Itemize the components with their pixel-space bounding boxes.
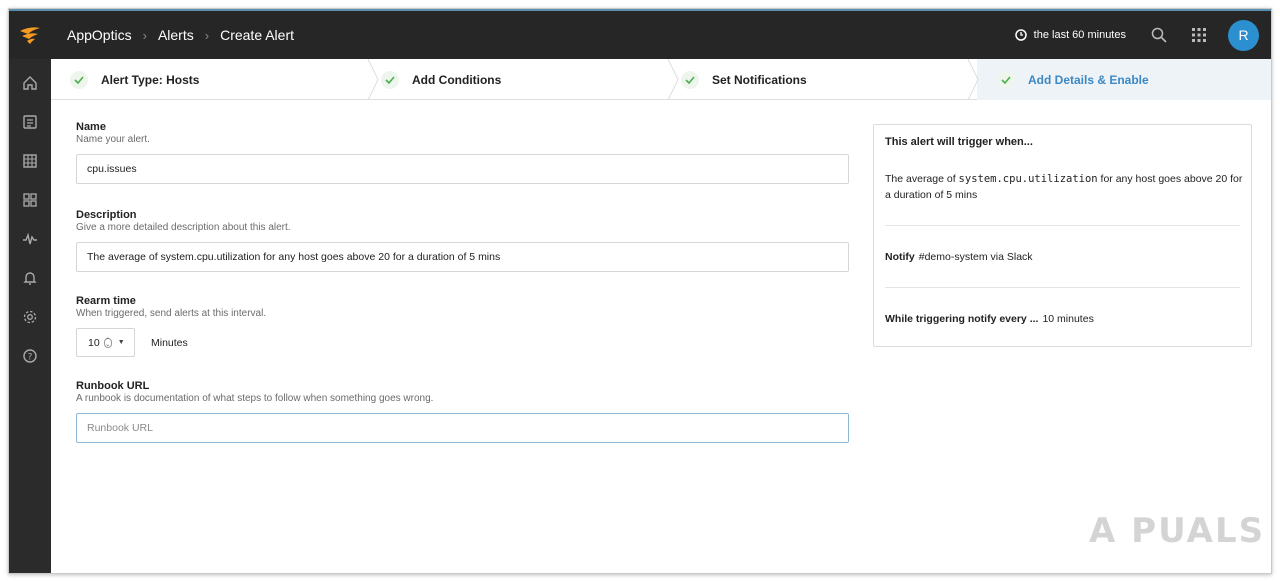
svg-text:?: ?	[28, 352, 33, 362]
search-icon[interactable]	[1148, 24, 1170, 46]
gear-icon	[23, 310, 37, 323]
breadcrumb-create-alert: Create Alert	[220, 27, 295, 43]
step-divider	[367, 59, 379, 100]
notify-value: #demo-system via Slack	[918, 250, 1033, 263]
sidebar-item-home[interactable]	[9, 63, 51, 102]
sidebar: ?	[9, 59, 51, 573]
name-help: Name your alert.	[76, 134, 150, 145]
repeat-value: 10 minutes	[1042, 312, 1094, 325]
sidebar-item-settings[interactable]	[9, 297, 51, 336]
step-label: Add Conditions	[412, 72, 502, 87]
time-range-selector[interactable]: the last 60 minutes	[1014, 29, 1126, 41]
name-input[interactable]: cpu.issues	[76, 154, 849, 184]
clock-icon	[1014, 29, 1027, 41]
description-label: Description	[76, 209, 137, 221]
bell-icon	[23, 271, 37, 285]
breadcrumb: AppOptics › Alerts › Create Alert	[67, 27, 294, 43]
sidebar-item-dashboards[interactable]	[9, 102, 51, 141]
repeat-label: While triggering notify every ...	[885, 312, 1039, 325]
spinner-icon[interactable]: ⌃ ⌄	[103, 337, 112, 348]
rearm-time-unit: Minutes	[151, 336, 188, 349]
sidebar-item-help[interactable]: ?	[9, 336, 51, 375]
app-grid-icon[interactable]	[1188, 24, 1210, 46]
rearm-time-stepper[interactable]: 10 ⌃ ⌄ ▼	[76, 328, 135, 357]
rearm-time-help: When triggered, send alerts at this inte…	[76, 308, 267, 319]
top-bar: AppOptics › Alerts › Create Alert the la…	[9, 9, 1271, 59]
step-set-notifications[interactable]: Set Notifications	[681, 59, 971, 100]
time-range-label: the last 60 minutes	[1033, 29, 1126, 41]
summary-text-pre: The average of	[885, 173, 959, 185]
notify-label: Notify	[885, 250, 915, 263]
sidebar-item-activity[interactable]	[9, 219, 51, 258]
summary-metric: system.cpu.utilization	[958, 173, 1098, 185]
check-icon	[681, 70, 699, 89]
step-add-conditions[interactable]: Add Conditions	[381, 59, 671, 100]
sidebar-item-services[interactable]	[9, 180, 51, 219]
summary-title: This alert will trigger when...	[885, 136, 1033, 148]
chevron-right-icon: ›	[204, 27, 210, 43]
name-label: Name	[76, 121, 106, 133]
breadcrumb-appoptics[interactable]: AppOptics	[67, 27, 132, 43]
alert-summary-card: This alert will trigger when... The aver…	[873, 124, 1252, 347]
step-add-details[interactable]: Add Details & Enable	[977, 59, 1271, 100]
runbook-url-help: A runbook is documentation of what steps…	[76, 393, 434, 404]
watermark-logo: A PUALS	[1089, 511, 1266, 551]
step-label: Set Notifications	[712, 72, 807, 87]
help-icon: ?	[23, 348, 37, 363]
avatar[interactable]: R	[1228, 19, 1259, 51]
step-divider	[967, 59, 979, 100]
solarwinds-logo-icon[interactable]	[9, 11, 51, 59]
step-label: Add Details & Enable	[1028, 72, 1149, 87]
runbook-url-input[interactable]: Runbook URL	[76, 413, 849, 443]
activity-icon	[23, 232, 37, 244]
sidebar-item-metrics[interactable]	[9, 141, 51, 180]
step-label: Alert Type: Hosts	[101, 72, 200, 87]
services-icon	[23, 192, 37, 207]
runbook-url-label: Runbook URL	[76, 380, 150, 392]
caret-down-icon[interactable]: ▼	[118, 339, 125, 346]
description-help: Give a more detailed description about t…	[76, 222, 291, 233]
step-divider	[667, 59, 679, 100]
rearm-time-value: 10	[88, 336, 100, 349]
alert-details-form: Name Name your alert. cpu.issues Descrip…	[76, 121, 849, 443]
dashboards-icon	[23, 114, 37, 129]
summary-notify: Notify #demo-system via Slack	[885, 226, 1240, 287]
summary-repeat: While triggering notify every ... 10 min…	[885, 288, 1240, 349]
metrics-grid-icon	[23, 153, 37, 168]
sidebar-item-alerts[interactable]	[9, 258, 51, 297]
step-alert-type[interactable]: Alert Type: Hosts	[70, 59, 370, 100]
home-icon	[23, 75, 37, 90]
check-icon	[381, 70, 399, 89]
check-icon	[70, 70, 88, 89]
breadcrumb-alerts[interactable]: Alerts	[158, 27, 194, 43]
summary-condition: The average of system.cpu.utilization fo…	[885, 171, 1245, 203]
chevron-right-icon: ›	[142, 27, 147, 43]
rearm-time-label: Rearm time	[76, 295, 136, 307]
check-icon	[997, 70, 1015, 89]
description-input[interactable]: The average of system.cpu.utilization fo…	[76, 242, 849, 272]
app-window: AppOptics › Alerts › Create Alert the la…	[8, 8, 1272, 574]
wizard-steps: Alert Type: Hosts Add Conditions Set Not…	[51, 59, 1271, 100]
